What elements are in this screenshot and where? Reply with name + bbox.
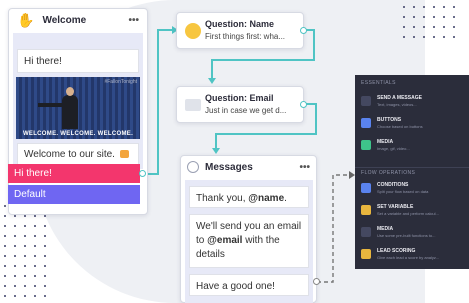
variable-email: @email [207,235,243,246]
item-label: SET VARIABLE [377,204,414,210]
item-label: MEDIA [377,139,394,145]
buttons-icon [361,118,371,128]
item-label: MEDIA [377,226,394,232]
item-desc: Text, images, videos... [377,102,417,107]
envelope-icon [185,99,201,111]
components-panel: ESSENTIALS SEND A MESSAGE Text, images, v… [355,75,469,269]
node-title: Messages [205,161,253,173]
output-port[interactable] [139,170,146,177]
panel-item-buttons[interactable]: BUTTONS Choose based on buttons [361,117,423,129]
item-desc: Give each lead a score by analyz... [377,255,440,260]
message-icon [361,96,371,106]
message-text: Thank you, [196,193,249,204]
arrow-head [212,148,220,154]
gif-brand: #FallonTonight [104,79,137,85]
item-desc: Split your flow based on data [377,189,429,194]
output-port[interactable] [300,27,307,34]
arrow-head [208,78,216,84]
chat-bubble-icon [187,161,199,173]
image-icon [361,140,371,150]
emoji-icon [119,150,129,158]
welcome-header: ✋ Welcome ••• [9,9,147,31]
question-email-node[interactable]: Question: Email Just in case we get d... [176,86,304,123]
item-label: LEAD SCORING [377,248,416,254]
message-bubble[interactable]: Hi there! [17,49,139,73]
gif-image[interactable]: #FallonTonight WELCOME. WELCOME. WELCOME… [16,77,140,139]
messages-node[interactable]: Messages ••• Thank you, @name. We'll sen… [180,155,317,303]
wave-hand-icon: ✋ [17,11,35,28]
message-bubble[interactable]: Thank you, @name. [189,186,309,208]
more-options-icon[interactable]: ••• [128,15,139,26]
message-bubble[interactable]: Have a good one! [189,274,309,296]
item-label: SEND A MESSAGE [377,95,422,101]
question-name-node[interactable]: Question: Name First things first: wha..… [176,12,304,49]
gif-head [66,87,74,96]
item-desc: Use some pre-built functions to... [377,233,436,238]
item-desc: Image, gif, video... [377,146,410,151]
smiley-face-icon [185,23,201,39]
section-essentials: ESSENTIALS [361,80,396,86]
gif-person [62,95,78,129]
section-flow-operations: FLOW OPERATIONS [361,170,416,176]
item-label: CONDITIONS [377,182,409,188]
panel-item-send-message[interactable]: SEND A MESSAGE Text, images, videos... [361,95,422,107]
messages-header: Messages ••• [181,156,316,178]
connector-pending [317,174,350,283]
conditions-icon [361,183,371,193]
lightning-icon [361,227,371,237]
node-title: Question: Name [205,19,275,29]
output-port[interactable] [313,278,320,285]
panel-item-set-variable[interactable]: SET VARIABLE Set a variable and perform c… [361,204,439,216]
panel-item-lead-scoring[interactable]: LEAD SCORING Give each lead a score by an… [361,248,439,260]
more-options-icon[interactable]: ••• [299,162,310,173]
gif-background [16,77,140,139]
choice-button-default[interactable]: Default [8,185,140,204]
panel-item-media-functions[interactable]: MEDIA Use some pre-built functions to... [361,226,435,238]
message-bubble[interactable]: We'll send you an email to @email with t… [189,214,309,268]
gif-arm [38,103,64,107]
choice-button-hi[interactable]: Hi there! [8,164,140,183]
node-title: Question: Email [205,93,274,103]
message-text: . [284,193,287,204]
gif-caption: WELCOME. WELCOME. WELCOME. [22,131,134,137]
item-desc: Set a variable and perform calcul... [377,211,439,216]
output-port[interactable] [300,101,307,108]
thumbs-up-icon [361,249,371,259]
variable-icon [361,205,371,215]
item-desc: Choose based on buttons [377,124,423,129]
node-subtitle: First things first: wha... [205,32,286,41]
welcome-messages: Hi there! #FallonTonight WELCOME. WELCOM… [13,33,143,169]
panel-item-media[interactable]: MEDIA Image, gif, video... [361,139,410,151]
message-text: Welcome to our site. [24,149,115,160]
welcome-node[interactable]: ✋ Welcome ••• Hi there! #FallonTonight W… [8,8,148,215]
panel-divider [355,167,469,168]
variable-name: @name [248,193,285,204]
node-subtitle: Just in case we get d... [205,106,287,115]
messages-list: Thank you, @name. We'll send you an emai… [185,180,313,303]
item-label: BUTTONS [377,117,402,123]
panel-item-conditions[interactable]: CONDITIONS Split your flow based on data [361,182,428,194]
node-title: Welcome [42,14,87,26]
